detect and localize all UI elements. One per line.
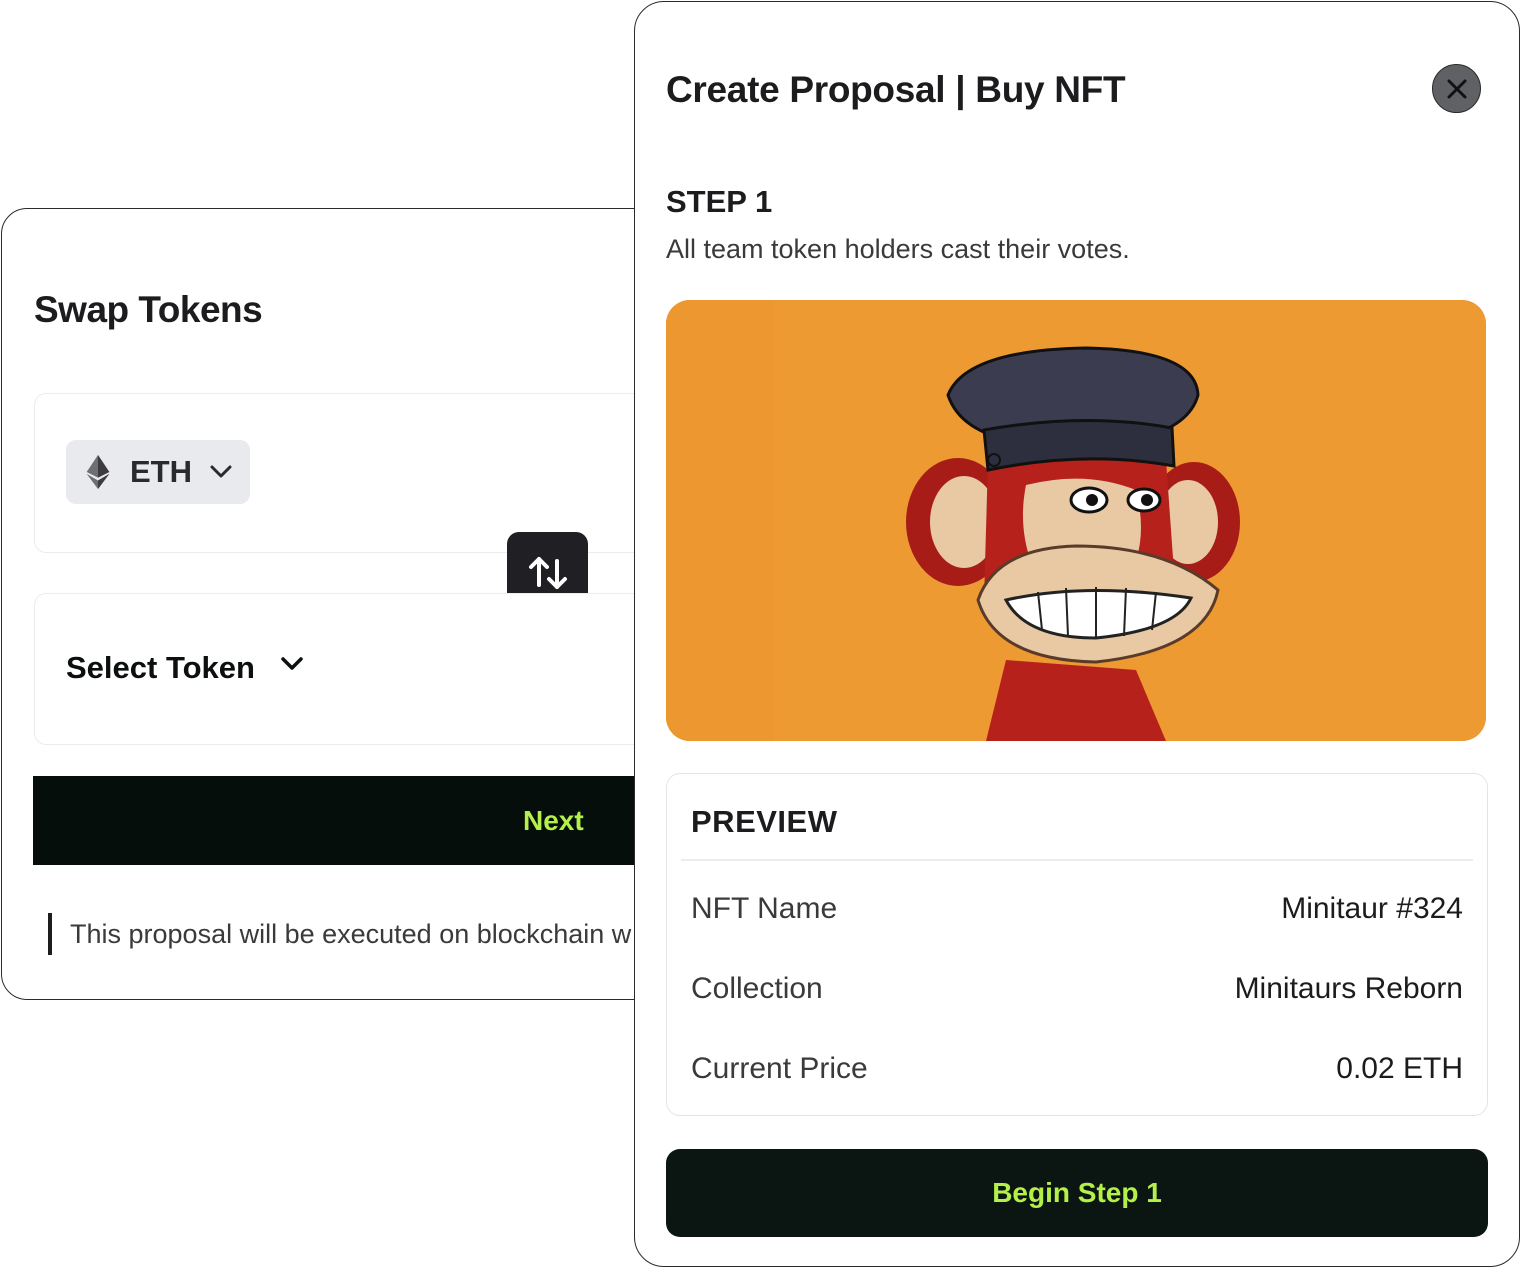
preview-key: Current Price bbox=[691, 1052, 868, 1085]
ethereum-icon bbox=[86, 455, 110, 489]
preview-row-current-price: Current Price 0.02 ETH bbox=[691, 1052, 1463, 1086]
step-description: All team token holders cast their votes. bbox=[666, 234, 1130, 264]
select-token-label: Select Token bbox=[66, 650, 255, 685]
chevron-down-icon bbox=[210, 465, 232, 478]
proposal-note: This proposal will be executed on blockc… bbox=[48, 913, 688, 955]
preview-key: Collection bbox=[691, 972, 823, 1005]
close-icon bbox=[1447, 79, 1466, 98]
swap-title: Swap Tokens bbox=[34, 289, 263, 330]
chevron-down-icon bbox=[281, 657, 303, 670]
preview-value: Minitaurs Reborn bbox=[1234, 972, 1463, 1005]
token-select-eth[interactable]: ETH bbox=[66, 440, 250, 504]
modal-title: Create Proposal | Buy NFT bbox=[666, 69, 1126, 110]
next-button[interactable]: Next bbox=[33, 776, 733, 865]
eth-label: ETH bbox=[130, 454, 192, 489]
close-button[interactable] bbox=[1432, 64, 1481, 113]
create-proposal-modal: Create Proposal | Buy NFT STEP 1 All tea… bbox=[634, 1, 1520, 1267]
begin-step-button[interactable]: Begin Step 1 bbox=[666, 1149, 1488, 1237]
preview-value: 0.02 ETH bbox=[1336, 1052, 1463, 1085]
preview-key: NFT Name bbox=[691, 892, 838, 925]
step-label: STEP 1 bbox=[666, 184, 773, 219]
nft-ape-artwork bbox=[666, 300, 1486, 741]
preview-divider bbox=[681, 859, 1473, 861]
preview-panel: PREVIEW NFT Name Minitaur #324 Collectio… bbox=[666, 773, 1488, 1116]
nft-image bbox=[666, 300, 1486, 741]
preview-value: Minitaur #324 bbox=[1281, 892, 1463, 925]
swap-tokens-card: Swap Tokens ETH Select Token Next This p… bbox=[1, 208, 734, 1000]
preview-title: PREVIEW bbox=[691, 804, 838, 839]
swap-arrows-icon bbox=[528, 556, 567, 589]
preview-row-collection: Collection Minitaurs Reborn bbox=[691, 972, 1463, 1006]
to-token-box[interactable]: Select Token bbox=[34, 593, 734, 745]
preview-row-nft-name: NFT Name Minitaur #324 bbox=[691, 892, 1463, 926]
from-token-box[interactable]: ETH bbox=[34, 393, 734, 553]
select-token-dropdown[interactable]: Select Token bbox=[66, 650, 303, 686]
